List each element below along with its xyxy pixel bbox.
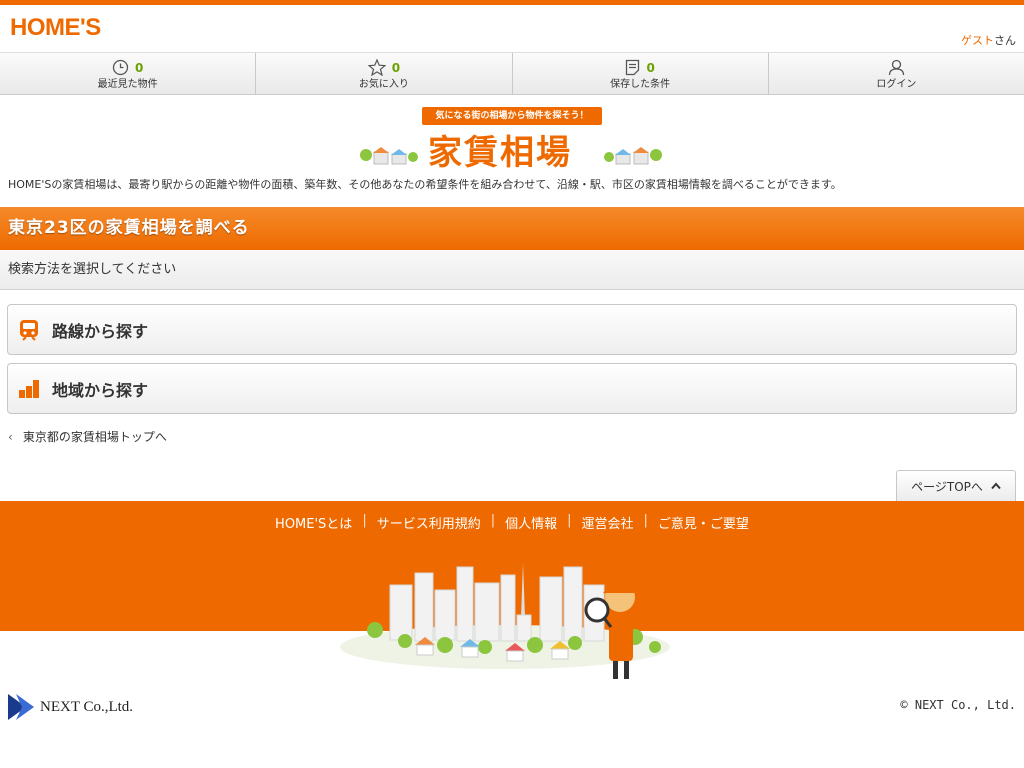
next-mark-icon [8,694,34,720]
search-by-line-button[interactable]: 路線から探す [7,304,1017,355]
train-icon [20,319,38,341]
chevron-up-icon [991,482,1001,490]
houses-illustration-right [604,147,662,165]
nav-favorites-label: お気に入り [358,79,409,90]
footer-separator: | [567,513,572,528]
houses-illustration-left [360,147,418,165]
star-icon [367,59,386,76]
saved-count: 0 [646,60,655,75]
footer-separator: | [490,513,496,528]
banner-title: 家賃相場 [428,133,572,173]
nav-recent-label: 最近見た物件 [97,79,158,90]
nav-login-label: ログイン [876,79,917,90]
area-map-icon [19,379,39,398]
user-icon [888,59,905,76]
footer-link-privacy[interactable]: 個人情報 [495,513,567,532]
chevron-left-icon: ‹ [8,429,13,444]
back-to-tokyo-link[interactable]: ‹ 東京都の家賃相場トップへ [8,428,167,445]
page-top-button[interactable]: ページTOPへ [896,470,1016,501]
footer-link-terms[interactable]: サービス利用規約 [367,513,491,532]
page-top-label: ページTOPへ [911,479,983,494]
main-nav: 0 最近見た物件 0 お気に入り 0 保存した条件 ログイン [0,53,1024,95]
recent-count: 0 [134,60,144,75]
nav-saved-label: 保存した条件 [610,79,671,90]
footer-link-about[interactable]: HOME'Sとは [265,513,362,532]
search-by-area-label: 地域から探す [52,380,149,400]
section-title: 東京23区の家賃相場を調べる [0,207,1024,250]
footer-links: HOME'Sとは | サービス利用規約 | 個人情報 | 運営会社 | ご意見・… [0,513,1024,532]
back-link-label: 東京都の家賃相場トップへ [22,430,167,444]
guest-greeting: ゲストさん [961,32,1016,48]
footer-link-feedback[interactable]: ご意見・ご要望 [648,513,759,532]
rent-banner: 気になる街の相場から物件を探そう！ 家賃相場 [0,95,1024,179]
next-logo: NEXT Co.,Ltd. [8,692,133,722]
nav-recent[interactable]: 0 最近見た物件 [0,53,257,94]
search-by-area-button[interactable]: 地域から探す [7,363,1017,414]
guest-name[interactable]: ゲスト [961,34,994,47]
page: HOME'S ゲストさん 0 最近見た物件 0 お気に入り 0 保存した条件 ロ… [0,0,1024,768]
site-header: HOME'S ゲストさん [0,5,1024,53]
city-illustration [340,563,670,679]
nav-favorites[interactable]: 0 お気に入り [256,53,513,94]
guest-suffix: さん [994,34,1016,47]
footer-separator: | [643,513,648,528]
nav-saved[interactable]: 0 保存した条件 [513,53,769,94]
memo-icon [626,59,640,76]
copyright: © NEXT Co., Ltd. [900,698,1016,712]
clock-icon [112,59,129,76]
favorites-count: 0 [391,60,401,75]
intro-text: HOME'Sの家賃相場は、最寄り駅からの距離や物件の面積、築年数、その他あなたの… [8,178,842,191]
search-by-line-label: 路線から探す [52,321,149,341]
footer-link-company[interactable]: 運営会社 [572,513,644,532]
footer-separator: | [362,513,367,528]
company-name: NEXT Co.,Ltd. [40,698,134,715]
homes-logo[interactable]: HOME'S [10,14,101,42]
banner-ribbon: 気になる街の相場から物件を探そう！ [422,107,602,125]
section-subtitle: 検索方法を選択してください [0,250,1024,290]
nav-login[interactable]: ログイン [769,53,1024,94]
